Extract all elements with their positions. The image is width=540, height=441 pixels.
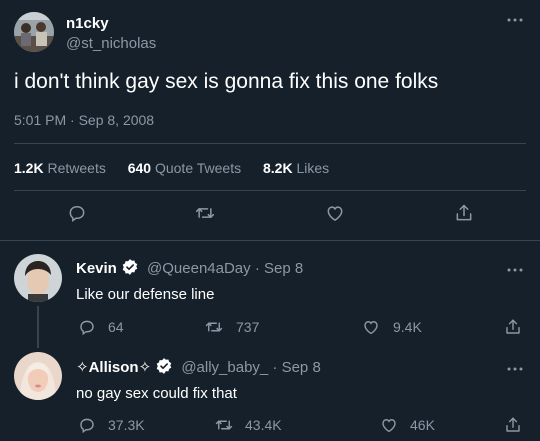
- retweet-icon[interactable]: [195, 203, 215, 223]
- reply-handle-date[interactable]: @Queen4aDay · Sep 8: [147, 260, 303, 277]
- more-icon[interactable]: [507, 359, 523, 375]
- like-icon[interactable]: [380, 416, 398, 434]
- quotes-count: 640: [127, 160, 152, 176]
- display-name[interactable]: n1cky: [66, 15, 109, 32]
- verified-icon: [155, 357, 173, 379]
- thread-line: [37, 306, 39, 348]
- retweet-count: 737: [236, 319, 260, 335]
- verified-icon: [121, 258, 139, 280]
- stats-row: 1.2K Retweets 640 Quote Tweets 8.2K Like…: [14, 160, 329, 176]
- share-icon[interactable]: [454, 203, 474, 223]
- quotes-stat[interactable]: 640 Quote Tweets: [128, 160, 245, 176]
- like-icon[interactable]: [325, 203, 345, 223]
- retweet-icon[interactable]: [205, 318, 223, 336]
- reply-count: 64: [108, 319, 124, 335]
- tweet-timestamp[interactable]: 5:01 PM · Sep 8, 2008: [14, 112, 154, 128]
- avatar[interactable]: [14, 12, 54, 52]
- share-icon[interactable]: [504, 416, 522, 434]
- share-icon[interactable]: [504, 318, 522, 336]
- divider: [14, 190, 526, 191]
- avatar[interactable]: [14, 352, 62, 400]
- likes-stat[interactable]: 8.2K Likes: [263, 160, 329, 176]
- retweet-icon[interactable]: [215, 416, 233, 434]
- reply-display-name[interactable]: Kevin: [76, 260, 117, 277]
- like-count: 46K: [410, 417, 435, 433]
- reply-icon[interactable]: [78, 318, 96, 336]
- reply-display-name[interactable]: ✧Allison✧: [76, 359, 151, 376]
- likes-label: Likes: [296, 160, 330, 176]
- quotes-label: Quote Tweets: [154, 160, 242, 176]
- likes-count: 8.2K: [263, 160, 293, 176]
- reply-text: no gay sex could fix that: [76, 385, 237, 402]
- retweet-count: 43.4K: [245, 417, 282, 433]
- divider: [0, 240, 540, 241]
- reply-count: 37.3K: [108, 417, 145, 433]
- more-icon[interactable]: [507, 260, 523, 276]
- reply-header: Kevin @Queen4aDay · Sep 8: [76, 258, 303, 280]
- retweets-label: Retweets: [47, 160, 106, 176]
- like-icon[interactable]: [362, 318, 380, 336]
- reply-icon[interactable]: [78, 416, 96, 434]
- like-count: 9.4K: [393, 319, 422, 335]
- retweets-stat[interactable]: 1.2K Retweets: [14, 160, 110, 176]
- tweet-text: i don't think gay sex is gonna fix this …: [14, 70, 439, 93]
- reply-handle-date[interactable]: @ally_baby_ · Sep 8: [181, 359, 320, 376]
- reply-text: Like our defense line: [76, 286, 215, 303]
- divider: [14, 143, 526, 144]
- avatar[interactable]: [14, 254, 62, 302]
- retweets-count: 1.2K: [14, 160, 44, 176]
- reply-icon[interactable]: [67, 203, 87, 223]
- more-icon[interactable]: [507, 10, 523, 26]
- handle[interactable]: @st_nicholas: [66, 35, 156, 52]
- reply-header: ✧Allison✧ @ally_baby_ · Sep 8: [76, 357, 321, 379]
